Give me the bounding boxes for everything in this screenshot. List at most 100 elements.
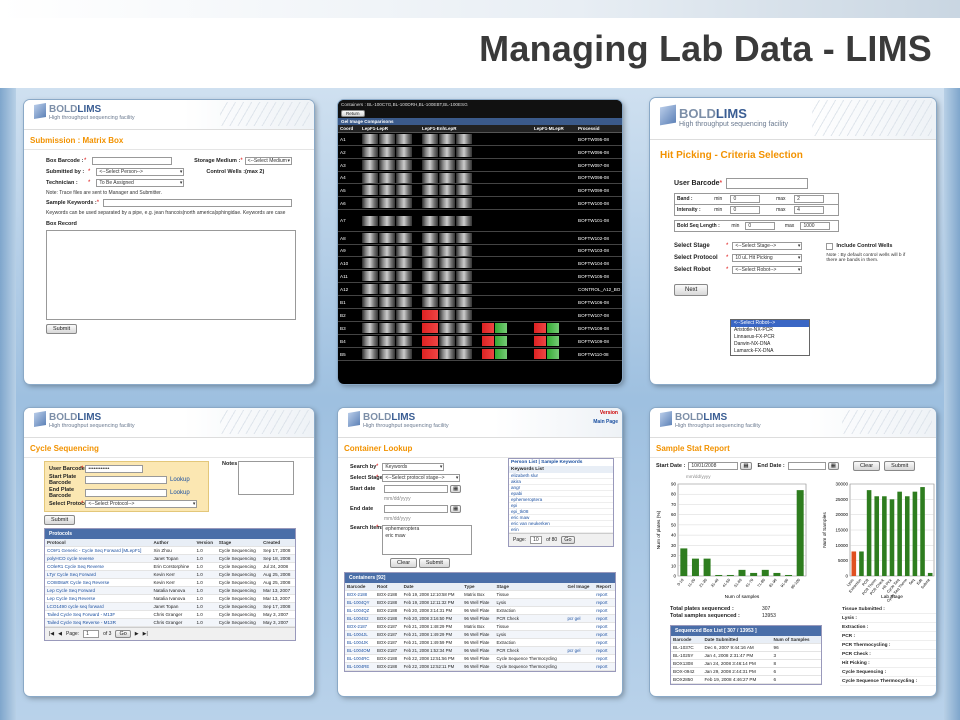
protocol-link[interactable]: Tailed Cycle Seq Forward - M13F <box>45 610 152 619</box>
protocol-link[interactable]: polyHCO cycle reverse <box>45 554 152 563</box>
end-date-input[interactable] <box>787 462 826 470</box>
table-row[interactable]: BOX2850 Feb 19, 2008 4:46:27 PM 6 <box>671 675 821 684</box>
table-cell[interactable]: BOX-2188 <box>345 590 375 599</box>
column-header[interactable]: Num of Samples <box>771 636 821 644</box>
next-button[interactable]: Next <box>674 284 709 296</box>
table-cell[interactable] <box>565 638 595 647</box>
table-row[interactable]: LCO1490 cycle seq forward Janet Topan 1.0 C… <box>45 602 295 611</box>
first-page-icon[interactable]: |◀ <box>49 631 54 637</box>
protocol-link[interactable]: Lep Cycle Seq Reverse <box>45 594 152 603</box>
calendar-icon[interactable]: ▦ <box>450 485 462 493</box>
protocol-link[interactable]: LTyr Cycle Seq Forward <box>45 570 152 579</box>
table-row[interactable]: COI808aR Cycle Seq Reverse Kevin Kerr 1.0 C… <box>45 578 295 587</box>
protocol-link[interactable]: LCO1490 cycle seq forward <box>45 602 152 611</box>
last-page-icon[interactable]: ▶| <box>143 631 148 637</box>
prev-page-icon[interactable]: ◀ <box>58 631 62 637</box>
calendar-icon[interactable]: ▦ <box>740 462 752 470</box>
column-header[interactable]: Created <box>261 539 295 547</box>
user-barcode-input[interactable]: •••••••••••• <box>85 465 144 473</box>
box-barcode-input[interactable] <box>92 157 173 165</box>
table-row[interactable]: BOX-2188 BOX-2188 Feb 19, 2008 12:10:58 PM… <box>345 590 615 599</box>
search-items-textarea[interactable]: ephemeroptera eric maw <box>382 525 473 555</box>
user-barcode-input[interactable] <box>726 178 809 189</box>
end-plate-input[interactable] <box>85 489 167 497</box>
main-page-link[interactable]: Main Page <box>593 419 618 425</box>
column-header[interactable]: Stage <box>494 583 566 591</box>
table-cell[interactable] <box>565 622 595 631</box>
table-row[interactable]: BL-1037C Dec 6, 2007 9:44:16 AM 96 <box>671 643 821 652</box>
column-header[interactable]: Report <box>594 583 615 591</box>
start-date-input[interactable]: 10/01/2008 <box>688 462 739 470</box>
clear-button[interactable]: Clear <box>390 558 418 568</box>
table-row[interactable]: Tailed Cycle Seq Forward - M13F Chris Gra… <box>45 610 295 619</box>
table-row[interactable]: BL-1004JL BOX-2187 Feb 21, 2008 1:49:29 PM… <box>345 630 615 639</box>
include-control-checkbox[interactable] <box>826 242 834 250</box>
robot-option[interactable]: Darwin-NX-DNA <box>731 341 809 348</box>
table-cell[interactable] <box>565 630 595 639</box>
search-by-select[interactable]: Keywords <box>382 463 445 471</box>
calendar-icon[interactable]: ▦ <box>827 462 839 470</box>
table-cell[interactable]: BL-1004JK <box>345 638 375 647</box>
start-lookup-link[interactable]: Lookup <box>170 477 190 483</box>
table-cell[interactable]: report <box>594 606 615 615</box>
table-row[interactable]: BOX-2187 BOX-2187 Feb 21, 2008 1:48:29 PM M… <box>345 622 615 631</box>
submit-button[interactable]: Submit <box>46 324 78 334</box>
submit-button[interactable]: Submit <box>884 461 916 471</box>
table-cell[interactable]: report <box>594 622 615 631</box>
column-header[interactable]: Gel Image <box>565 583 595 591</box>
next-page-icon[interactable]: ▶ <box>135 631 139 637</box>
table-cell[interactable]: BL-1004S2 <box>345 614 375 623</box>
column-header[interactable]: Version <box>194 539 217 547</box>
table-row[interactable]: BL-1004JK BOX-2187 Feb 21, 2008 1:49:59 PM… <box>345 638 615 647</box>
technician-select[interactable]: To Be Assigned <box>96 179 185 187</box>
column-header[interactable]: Protocol <box>45 539 152 547</box>
table-cell[interactable]: report <box>594 598 615 607</box>
protocol-select[interactable]: <--Select Protocol--> <box>85 500 198 508</box>
table-cell[interactable]: BL-1004OM <box>345 646 375 655</box>
table-cell[interactable] <box>565 598 595 607</box>
submit-button[interactable]: Submit <box>44 515 76 525</box>
column-header[interactable]: Stage <box>216 539 262 547</box>
start-date-input[interactable] <box>384 485 448 493</box>
table-row[interactable]: polyHCO cycle reverse Janet Topan 1.0 Cycle… <box>45 554 295 563</box>
return-button[interactable]: Return <box>341 110 365 117</box>
table-cell[interactable]: report <box>594 662 615 671</box>
submitted-by-select[interactable]: <--Select Person--> <box>96 168 185 176</box>
storage-medium-select[interactable]: <--Select Medium <box>244 157 293 165</box>
end-lookup-link[interactable]: Lookup <box>170 490 190 496</box>
robot-option[interactable]: Aristotle-NX-PCR <box>731 327 809 334</box>
column-header[interactable]: Barcode <box>345 583 375 591</box>
table-cell[interactable] <box>565 606 595 615</box>
table-cell[interactable]: pcr gel <box>565 614 595 623</box>
protocol-link[interactable]: COleR1 Cycle Seq Reverse <box>45 562 152 571</box>
robot-option[interactable]: <--Select Robot--> <box>731 320 809 327</box>
robot-dropdown-list[interactable]: <--Select Robot--> Aristotle-NX-PCR Linnae… <box>730 319 810 356</box>
table-row[interactable]: BOX-0942 Jan 29, 2008 2:44:31 PM 6 <box>671 667 821 676</box>
table-row[interactable]: BL-1004QZ BOX-2188 Feb 20, 2008 3:14:31 PM… <box>345 606 615 615</box>
table-row[interactable]: Lep Cycle Seq Reverse Natalia Ivanova 1.0 C… <box>45 594 295 603</box>
column-header[interactable]: Root <box>375 583 402 591</box>
protocol-link[interactable]: COI#1 Generic - Cycle Seq Forward [MLepF… <box>45 546 152 555</box>
submit-button[interactable]: Submit <box>418 558 450 568</box>
sample-keywords-input[interactable] <box>103 199 292 207</box>
column-header[interactable]: Barcode <box>671 636 703 644</box>
table-row[interactable]: COI#1 Generic - Cycle Seq Forward [MLepF… <box>45 546 295 555</box>
table-cell[interactable]: BL-1004RE <box>345 662 375 671</box>
robot-option[interactable]: Lamarck-FX-DNA <box>731 348 809 355</box>
column-header[interactable]: Date <box>401 583 463 591</box>
table-cell[interactable] <box>565 662 595 671</box>
robot-select[interactable]: <--Select Robot--> <box>732 266 803 274</box>
table-row[interactable]: BL-1004OM BOX-2187 Feb 21, 2008 1:52:34 PM… <box>345 646 615 655</box>
protocol-link[interactable]: Lep Cycle Seq Forward <box>45 586 152 595</box>
calendar-icon[interactable]: ▦ <box>450 505 462 513</box>
protocol-link[interactable]: Tailed Cycle Seq Reverse - M13R <box>45 618 152 627</box>
stage-select[interactable]: <--Select Stage--> <box>732 242 803 250</box>
list-tabs[interactable]: Person List | Sample Keywords <box>509 459 613 466</box>
table-cell[interactable]: BL-1004QY <box>345 598 375 607</box>
table-row[interactable]: BL-1004RE BOX-2188 Feb 22, 2008 12:52:11 P… <box>345 662 615 671</box>
table-row[interactable]: BL-1025Y Jan 4, 2008 2:31:47 PM 3 <box>671 651 821 660</box>
table-row[interactable]: BL-1004RC BOX-2188 Feb 22, 2008 12:51:56 P… <box>345 654 615 663</box>
notes-textarea[interactable] <box>238 461 294 495</box>
table-cell[interactable]: BL-1004QZ <box>345 606 375 615</box>
protocol-select[interactable]: 10 uL Hit Picking <box>732 254 803 262</box>
